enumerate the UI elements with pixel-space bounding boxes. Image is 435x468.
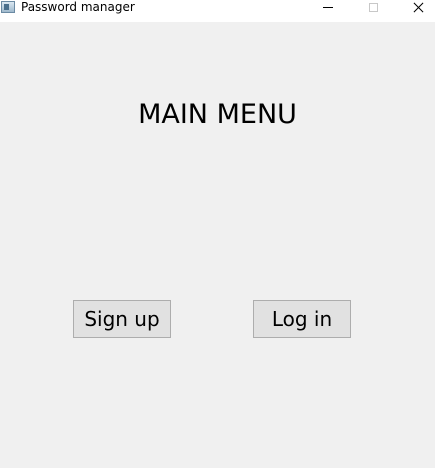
close-button[interactable] bbox=[395, 0, 435, 14]
maximize-icon bbox=[368, 2, 378, 12]
log-in-button[interactable]: Log in bbox=[253, 300, 351, 338]
sign-up-button[interactable]: Sign up bbox=[73, 300, 171, 338]
window-title: Password manager bbox=[21, 0, 135, 14]
minimize-button[interactable] bbox=[305, 0, 351, 14]
minimize-icon bbox=[323, 6, 333, 8]
close-icon bbox=[413, 2, 424, 13]
app-icon bbox=[1, 1, 15, 13]
maximize-button[interactable] bbox=[350, 0, 396, 14]
app-window: Password manager MAIN MENU Sign up Log i… bbox=[0, 0, 435, 468]
main-menu-heading: MAIN MENU bbox=[138, 99, 297, 130]
title-bar[interactable]: Password manager bbox=[0, 0, 435, 22]
